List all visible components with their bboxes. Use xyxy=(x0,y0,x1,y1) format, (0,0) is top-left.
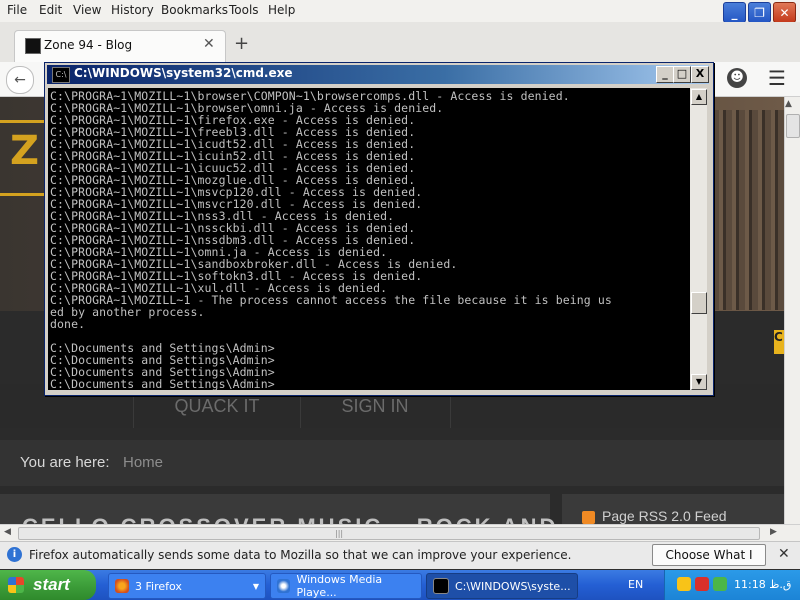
page-vertical-scrollbar[interactable] xyxy=(784,97,800,524)
new-tab-icon[interactable]: + xyxy=(234,33,249,54)
window-controls: _ ❐ ✕ xyxy=(723,2,796,23)
breadcrumb xyxy=(0,440,784,486)
rss-feed-link[interactable]: Page RSS 2.0 Feed xyxy=(602,508,727,524)
cmd-minimize-button[interactable]: _ xyxy=(656,66,674,83)
cmd-taskbar-icon xyxy=(433,578,449,594)
cmd-maximize-button[interactable]: □ xyxy=(673,66,691,83)
cmd-output[interactable]: C:\PROGRA~1\MOZILL~1\browser\COMPON~1\br… xyxy=(48,88,690,390)
menu-bookmarks[interactable]: Bookmarks xyxy=(161,3,228,17)
taskbar-firefox-label: 3 Firefox xyxy=(135,579,182,593)
firefox-icon xyxy=(115,579,129,593)
menu-icon[interactable]: ☰ xyxy=(768,66,786,90)
info-icon: i xyxy=(7,547,22,562)
menu-history[interactable]: History xyxy=(111,3,154,17)
notification-text: Firefox automatically sends some data to… xyxy=(29,548,572,562)
maximize-button[interactable]: ❐ xyxy=(748,2,771,23)
windows-logo-icon xyxy=(8,577,24,593)
clock[interactable]: 11:18 ق.ظ xyxy=(734,578,791,591)
taskbar-wmp-label: Windows Media Playe... xyxy=(296,573,383,599)
choose-what-i-share-button[interactable]: Choose What I Share xyxy=(652,544,766,582)
cmd-title: C:\WINDOWS\system32\cmd.exe xyxy=(74,66,293,80)
cmd-icon: C:\ xyxy=(52,67,70,83)
menu-bar: File Edit View History Bookmarks Tools H… xyxy=(0,0,800,22)
network-icon[interactable] xyxy=(713,577,727,591)
cmd-scroll-thumb[interactable] xyxy=(691,292,707,314)
menu-help[interactable]: Help xyxy=(268,3,295,17)
antivirus-icon[interactable] xyxy=(695,577,709,591)
breadcrumb-label: You are here: xyxy=(20,454,110,471)
language-indicator[interactable]: EN xyxy=(628,578,643,591)
cmd-vertical-scrollbar[interactable] xyxy=(690,88,707,390)
rss-icon xyxy=(582,511,595,524)
scroll-right-icon[interactable]: ▶ xyxy=(770,527,777,537)
vertical-scroll-thumb[interactable] xyxy=(786,114,800,138)
minimize-button[interactable]: _ xyxy=(723,2,746,23)
tab-close-icon[interactable]: ✕ xyxy=(203,36,215,52)
back-button[interactable]: ← xyxy=(6,66,34,94)
cmd-scroll-down-icon[interactable]: ▼ xyxy=(691,374,707,390)
menu-edit[interactable]: Edit xyxy=(39,3,62,17)
menu-tools[interactable]: Tools xyxy=(229,3,259,17)
tab-title: Zone 94 - Blog xyxy=(44,38,133,52)
close-button[interactable]: ✕ xyxy=(773,2,796,23)
cmd-scroll-up-icon[interactable]: ▲ xyxy=(691,89,707,105)
taskbar-firefox-group[interactable]: 3 Firefox ▼ xyxy=(108,573,266,599)
scroll-up-icon[interactable]: ▲ xyxy=(785,99,792,109)
taskbar-cmd-label: C:\WINDOWS\syste... xyxy=(455,579,571,593)
taskbar-cmd[interactable]: C:\WINDOWS\syste... xyxy=(426,573,578,599)
chevron-down-icon: ▼ xyxy=(252,581,259,591)
cmd-output-text: C:\PROGRA~1\MOZILL~1\browser\COMPON~1\br… xyxy=(50,89,612,390)
scroll-left-icon[interactable]: ◀ xyxy=(4,527,11,537)
horizontal-scroll-thumb[interactable] xyxy=(18,527,760,540)
side-badge: C xyxy=(774,330,784,354)
notification-close-icon[interactable]: ✕ xyxy=(778,546,790,562)
menu-file[interactable]: File xyxy=(7,3,27,17)
security-shield-icon[interactable] xyxy=(677,577,691,591)
breadcrumb-home-link[interactable]: Home xyxy=(123,454,163,471)
favicon-icon xyxy=(25,38,41,54)
menu-view[interactable]: View xyxy=(73,3,101,17)
cmd-close-button[interactable]: X xyxy=(691,66,709,83)
start-label: start xyxy=(33,575,70,594)
feedback-icon[interactable]: ☻ xyxy=(727,68,747,88)
logo-letter: Z xyxy=(10,128,40,174)
taskbar-media-player[interactable]: Windows Media Playe... xyxy=(270,573,422,599)
media-player-icon xyxy=(277,579,291,593)
scroll-grip-icon: ||| xyxy=(335,529,344,538)
